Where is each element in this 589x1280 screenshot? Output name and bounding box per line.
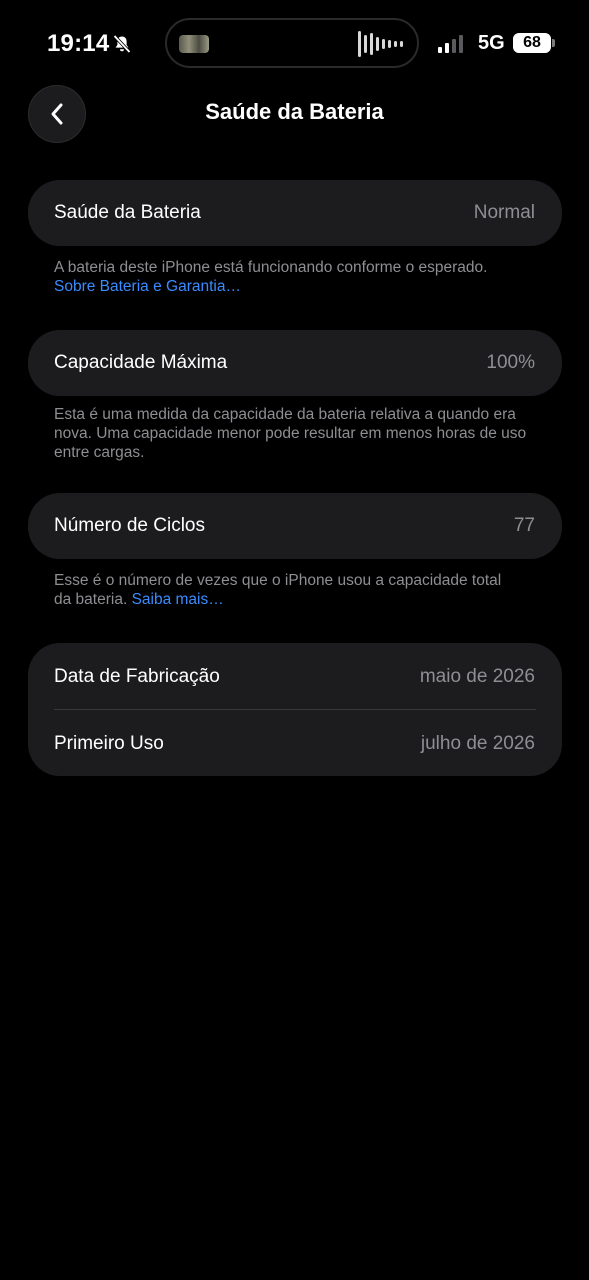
manufacture-date-label: Data de Fabricação [54, 666, 220, 687]
manufacture-date-value: maio de 2026 [419, 666, 535, 687]
learn-more-link[interactable]: Saiba mais… [132, 591, 224, 608]
battery-health-note: A bateria deste iPhone está funcionando … [54, 258, 544, 296]
audio-waveform-icon [358, 30, 403, 58]
battery-health-value: Normal [473, 202, 535, 223]
cycle-count-value: 77 [513, 515, 535, 536]
dynamic-island[interactable] [165, 18, 419, 68]
battery-health-card: Saúde da Bateria Normal [28, 180, 562, 246]
cellular-signal-icon [438, 35, 463, 53]
max-capacity-value: 100% [486, 352, 535, 373]
first-use-value: julho de 2026 [420, 733, 535, 754]
max-capacity-row: Capacidade Máxima 100% [28, 330, 562, 396]
cycle-count-row: Número de Ciclos 77 [28, 493, 562, 559]
first-use-label: Primeiro Uso [54, 733, 164, 754]
battery-health-label: Saúde da Bateria [54, 202, 201, 223]
manufacture-date-row: Data de Fabricação maio de 2026 [28, 643, 562, 709]
status-bar: 19:14 5G 68 [0, 0, 589, 88]
bell-slash-icon [113, 34, 131, 54]
max-capacity-label: Capacidade Máxima [54, 352, 228, 373]
battery-health-row: Saúde da Bateria Normal [28, 180, 562, 246]
page-title: Saúde da Bateria [205, 99, 384, 124]
cycle-count-description: Esse é o número de vezes que o iPhone us… [54, 572, 502, 608]
cycle-count-card: Número de Ciclos 77 [28, 493, 562, 559]
max-capacity-card: Capacidade Máxima 100% [28, 330, 562, 396]
battery-health-description: A bateria deste iPhone está funcionando … [54, 259, 488, 276]
first-use-row: Primeiro Uso julho de 2026 [28, 709, 562, 775]
now-playing-artwork-icon [179, 35, 209, 53]
network-type: 5G [478, 32, 505, 54]
cycle-count-label: Número de Ciclos [54, 515, 205, 536]
battery-warranty-link[interactable]: Sobre Bateria e Garantia… [54, 277, 544, 296]
max-capacity-note: Esta é uma medida da capacidade da bater… [54, 406, 527, 461]
status-time: 19:14 [47, 30, 110, 57]
battery-cap [552, 39, 555, 47]
cycle-count-note: Esse é o número de vezes que o iPhone us… [54, 571, 514, 609]
dates-card: Data de Fabricação maio de 2026 Primeiro… [28, 643, 562, 776]
battery-icon: 68 [513, 33, 551, 53]
